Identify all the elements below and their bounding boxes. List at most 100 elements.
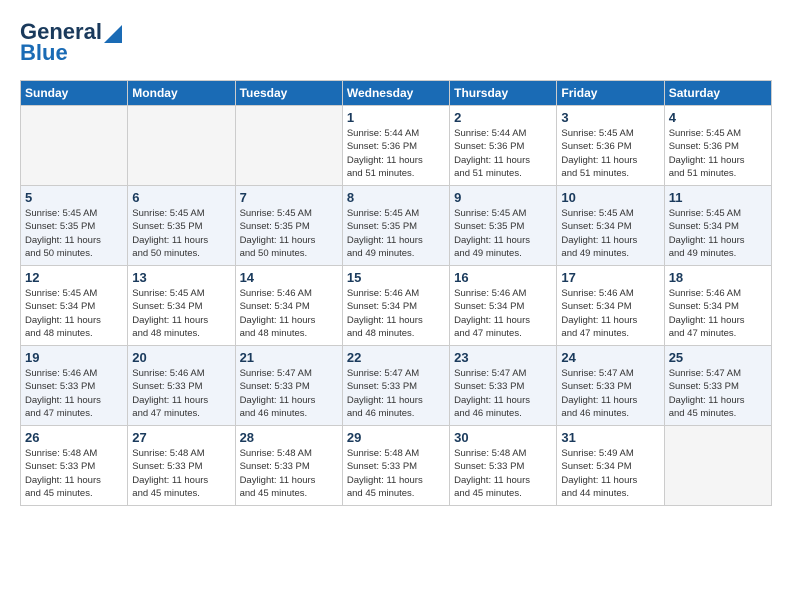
header-row: SundayMondayTuesdayWednesdayThursdayFrid… [21,81,772,106]
day-info: Sunrise: 5:48 AM Sunset: 5:33 PM Dayligh… [347,447,445,500]
calendar-cell: 10 Sunrise: 5:45 AM Sunset: 5:34 PM Dayli… [557,186,664,266]
day-number: 21 [240,350,338,365]
calendar-week-5: 26 Sunrise: 5:48 AM Sunset: 5:33 PM Dayli… [21,426,772,506]
calendar-cell: 6 Sunrise: 5:45 AM Sunset: 5:35 PM Daylig… [128,186,235,266]
day-info: Sunrise: 5:46 AM Sunset: 5:34 PM Dayligh… [240,287,338,340]
day-number: 25 [669,350,767,365]
calendar-cell: 12 Sunrise: 5:45 AM Sunset: 5:34 PM Dayli… [21,266,128,346]
calendar-cell: 18Sunrise: 5:46 AM Sunset: 5:34 PM Dayli… [664,266,771,346]
calendar-body: 1Sunrise: 5:44 AM Sunset: 5:36 PM Daylig… [21,106,772,506]
calendar-cell: 1Sunrise: 5:44 AM Sunset: 5:36 PM Daylig… [342,106,449,186]
calendar-cell: 9Sunrise: 5:45 AM Sunset: 5:35 PM Daylig… [450,186,557,266]
day-info: Sunrise: 5:45 AM Sunset: 5:34 PM Dayligh… [561,207,659,260]
day-info: Sunrise: 5:47 AM Sunset: 5:33 PM Dayligh… [240,367,338,420]
calendar-cell: 29 Sunrise: 5:48 AM Sunset: 5:33 PM Dayli… [342,426,449,506]
day-info: Sunrise: 5:45 AM Sunset: 5:35 PM Dayligh… [454,207,552,260]
calendar-cell [235,106,342,186]
calendar-cell: 7 Sunrise: 5:45 AM Sunset: 5:35 PM Daylig… [235,186,342,266]
day-info: Sunrise: 5:45 AM Sunset: 5:36 PM Dayligh… [561,127,659,180]
calendar-cell: 31 Sunrise: 5:49 AM Sunset: 5:34 PM Dayli… [557,426,664,506]
logo: General Blue [20,20,122,64]
calendar-cell [21,106,128,186]
logo-icon [104,21,122,43]
day-info: Sunrise: 5:45 AM Sunset: 5:35 PM Dayligh… [240,207,338,260]
day-number: 8 [347,190,445,205]
day-number: 23 [454,350,552,365]
day-info: Sunrise: 5:48 AM Sunset: 5:33 PM Dayligh… [25,447,123,500]
day-number: 5 [25,190,123,205]
calendar-week-2: 5 Sunrise: 5:45 AM Sunset: 5:35 PM Daylig… [21,186,772,266]
day-info: Sunrise: 5:45 AM Sunset: 5:35 PM Dayligh… [132,207,230,260]
calendar-cell: 14Sunrise: 5:46 AM Sunset: 5:34 PM Dayli… [235,266,342,346]
day-number: 13 [132,270,230,285]
calendar-week-1: 1Sunrise: 5:44 AM Sunset: 5:36 PM Daylig… [21,106,772,186]
day-info: Sunrise: 5:45 AM Sunset: 5:34 PM Dayligh… [132,287,230,340]
calendar-cell: 27 Sunrise: 5:48 AM Sunset: 5:33 PM Dayli… [128,426,235,506]
weekday-header-tuesday: Tuesday [235,81,342,106]
day-info: Sunrise: 5:48 AM Sunset: 5:33 PM Dayligh… [454,447,552,500]
logo-text: General Blue [20,20,122,64]
calendar-cell: 26 Sunrise: 5:48 AM Sunset: 5:33 PM Dayli… [21,426,128,506]
day-number: 20 [132,350,230,365]
day-info: Sunrise: 5:46 AM Sunset: 5:34 PM Dayligh… [669,287,767,340]
calendar-cell: 25 Sunrise: 5:47 AM Sunset: 5:33 PM Dayli… [664,346,771,426]
page-header: General Blue [20,20,772,64]
calendar-cell: 5Sunrise: 5:45 AM Sunset: 5:35 PM Daylig… [21,186,128,266]
calendar-table: SundayMondayTuesdayWednesdayThursdayFrid… [20,80,772,506]
day-number: 27 [132,430,230,445]
day-info: Sunrise: 5:46 AM Sunset: 5:34 PM Dayligh… [347,287,445,340]
day-number: 29 [347,430,445,445]
calendar-cell: 17 Sunrise: 5:46 AM Sunset: 5:34 PM Dayli… [557,266,664,346]
calendar-cell: 11 Sunrise: 5:45 AM Sunset: 5:34 PM Dayli… [664,186,771,266]
weekday-header-saturday: Saturday [664,81,771,106]
day-number: 10 [561,190,659,205]
calendar-cell: 15 Sunrise: 5:46 AM Sunset: 5:34 PM Dayli… [342,266,449,346]
day-info: Sunrise: 5:45 AM Sunset: 5:36 PM Dayligh… [669,127,767,180]
day-number: 2 [454,110,552,125]
weekday-header-monday: Monday [128,81,235,106]
day-number: 11 [669,190,767,205]
day-number: 3 [561,110,659,125]
day-number: 15 [347,270,445,285]
calendar-cell: 20 Sunrise: 5:46 AM Sunset: 5:33 PM Dayli… [128,346,235,426]
calendar-cell: 13 Sunrise: 5:45 AM Sunset: 5:34 PM Dayli… [128,266,235,346]
day-number: 31 [561,430,659,445]
day-info: Sunrise: 5:46 AM Sunset: 5:33 PM Dayligh… [25,367,123,420]
day-number: 28 [240,430,338,445]
day-number: 7 [240,190,338,205]
day-info: Sunrise: 5:44 AM Sunset: 5:36 PM Dayligh… [347,127,445,180]
calendar-cell: 23Sunrise: 5:47 AM Sunset: 5:33 PM Dayli… [450,346,557,426]
calendar-week-3: 12 Sunrise: 5:45 AM Sunset: 5:34 PM Dayli… [21,266,772,346]
day-number: 17 [561,270,659,285]
day-number: 30 [454,430,552,445]
calendar-cell: 8 Sunrise: 5:45 AM Sunset: 5:35 PM Daylig… [342,186,449,266]
day-number: 12 [25,270,123,285]
logo-blue: Blue [20,42,122,64]
calendar-cell: 2Sunrise: 5:44 AM Sunset: 5:36 PM Daylig… [450,106,557,186]
day-number: 26 [25,430,123,445]
calendar-cell: 3 Sunrise: 5:45 AM Sunset: 5:36 PM Daylig… [557,106,664,186]
day-info: Sunrise: 5:45 AM Sunset: 5:35 PM Dayligh… [347,207,445,260]
day-info: Sunrise: 5:48 AM Sunset: 5:33 PM Dayligh… [240,447,338,500]
day-info: Sunrise: 5:47 AM Sunset: 5:33 PM Dayligh… [669,367,767,420]
day-info: Sunrise: 5:49 AM Sunset: 5:34 PM Dayligh… [561,447,659,500]
day-number: 6 [132,190,230,205]
calendar-cell [128,106,235,186]
weekday-header-thursday: Thursday [450,81,557,106]
calendar-cell: 19Sunrise: 5:46 AM Sunset: 5:33 PM Dayli… [21,346,128,426]
day-info: Sunrise: 5:47 AM Sunset: 5:33 PM Dayligh… [561,367,659,420]
day-info: Sunrise: 5:45 AM Sunset: 5:34 PM Dayligh… [669,207,767,260]
calendar-cell: 16 Sunrise: 5:46 AM Sunset: 5:34 PM Dayli… [450,266,557,346]
weekday-header-friday: Friday [557,81,664,106]
day-number: 22 [347,350,445,365]
calendar-week-4: 19Sunrise: 5:46 AM Sunset: 5:33 PM Dayli… [21,346,772,426]
day-info: Sunrise: 5:46 AM Sunset: 5:33 PM Dayligh… [132,367,230,420]
day-info: Sunrise: 5:46 AM Sunset: 5:34 PM Dayligh… [561,287,659,340]
calendar-cell: 28 Sunrise: 5:48 AM Sunset: 5:33 PM Dayli… [235,426,342,506]
day-number: 16 [454,270,552,285]
day-info: Sunrise: 5:46 AM Sunset: 5:34 PM Dayligh… [454,287,552,340]
calendar-cell: 24Sunrise: 5:47 AM Sunset: 5:33 PM Dayli… [557,346,664,426]
day-info: Sunrise: 5:45 AM Sunset: 5:34 PM Dayligh… [25,287,123,340]
day-info: Sunrise: 5:48 AM Sunset: 5:33 PM Dayligh… [132,447,230,500]
day-number: 4 [669,110,767,125]
